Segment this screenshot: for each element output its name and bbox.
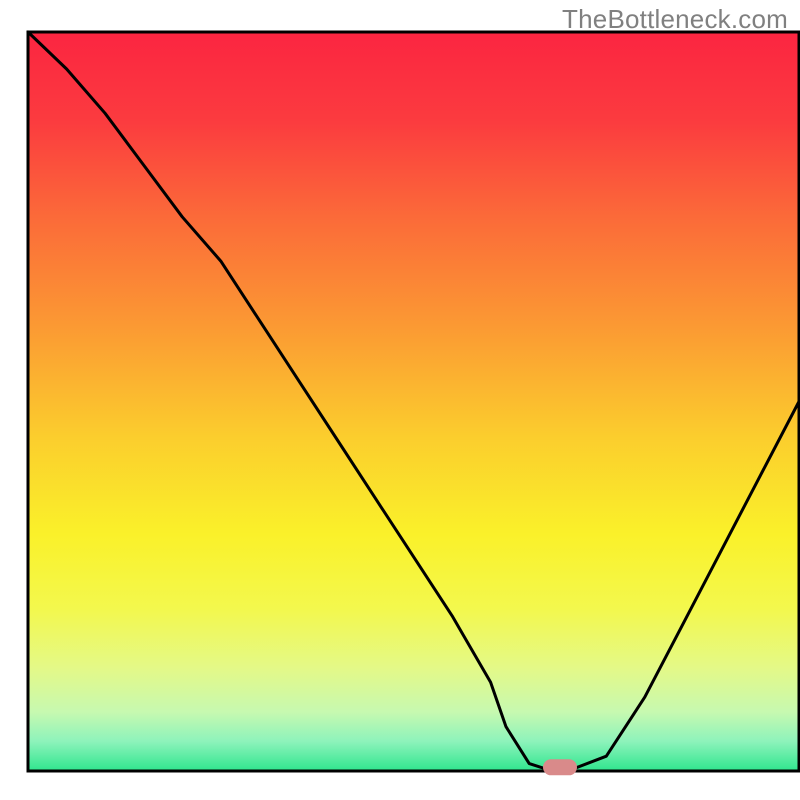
chart-svg [0, 0, 800, 800]
chart-container: TheBottleneck.com [0, 0, 800, 800]
marker-pill [543, 759, 577, 775]
plot-background [28, 32, 799, 771]
watermark-text: TheBottleneck.com [562, 4, 788, 35]
